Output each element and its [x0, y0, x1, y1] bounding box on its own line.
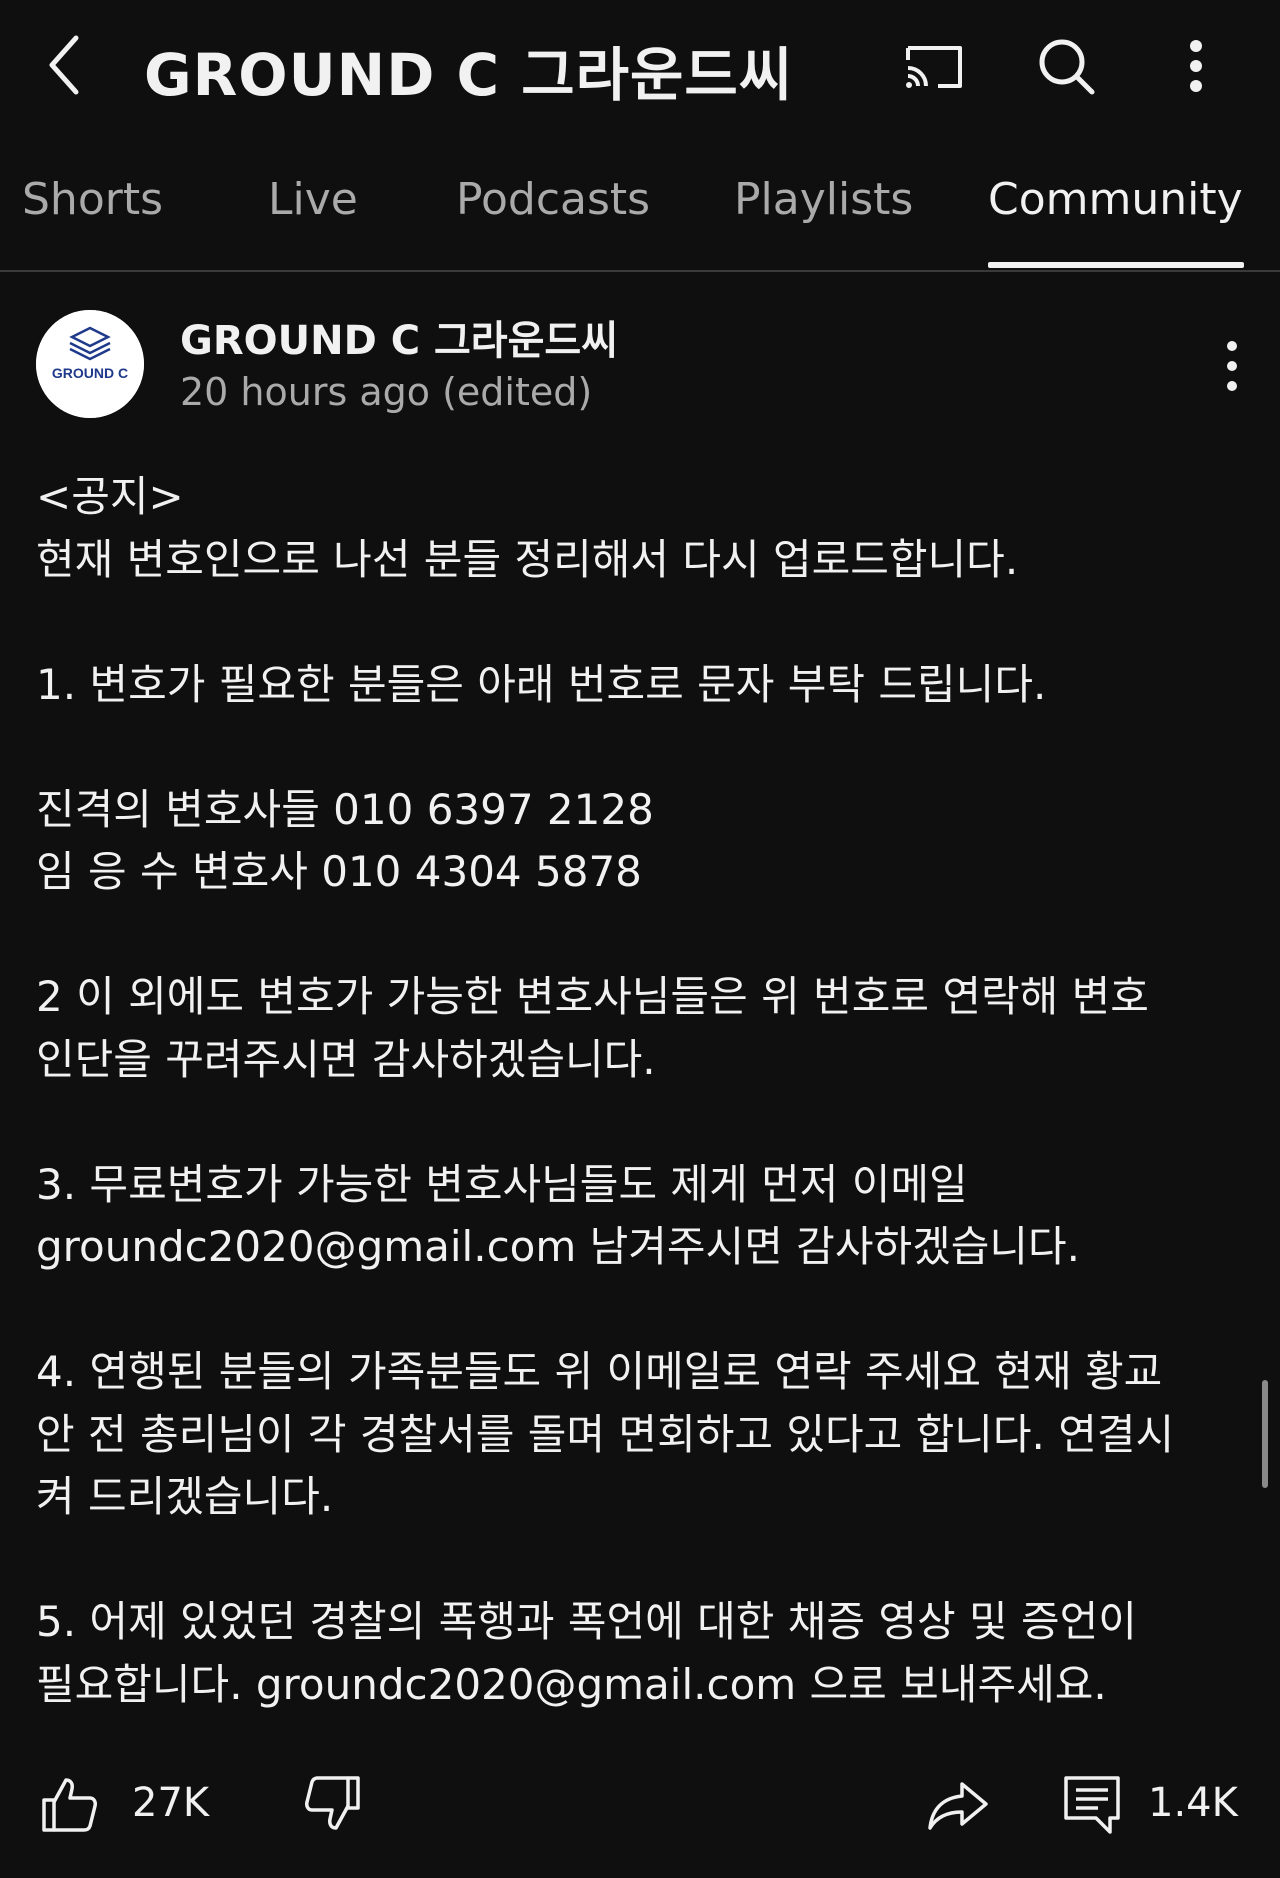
post-body-line: 인단을 꾸려주시면 감사하겠습니다. [36, 1034, 656, 1084]
share-icon[interactable] [926, 1772, 990, 1836]
back-arrow-icon[interactable] [40, 30, 100, 100]
post-body-line: 켜 드리겠습니다. [36, 1472, 334, 1521]
post-body-line: groundc2020@gmail.com 남겨주시면 감사하겠습니다. [36, 1222, 1081, 1271]
top-app-bar: GROUND C 그라운드씨 [0, 0, 1280, 130]
tab-podcasts[interactable]: Podcasts [456, 174, 650, 225]
post-body-line: 2 이 외에도 변호가 가능한 변호사님들은 위 번호로 연락해 변호 [36, 972, 1149, 1021]
channel-title: GROUND C 그라운드씨 [144, 41, 794, 109]
post-body-line: 안 전 총리님이 각 경찰서를 돌며 면회하고 있다고 합니다. 연결시 [36, 1409, 1175, 1459]
post-timestamp: 20 hours ago (edited) [180, 370, 593, 414]
active-tab-indicator [988, 262, 1244, 268]
post-header: GROUND C GROUND C 그라운드씨 20 hours ago (ed… [0, 300, 1280, 430]
post-body-spacer [36, 591, 1246, 654]
post-more-icon[interactable] [1212, 336, 1252, 396]
comment-icon[interactable] [1060, 1772, 1124, 1836]
post-body-line: 5. 어제 있었던 경찰의 폭행과 폭언에 대한 채증 영상 및 증언이 [36, 1597, 1137, 1646]
post-body-line: 현재 변호인으로 나선 분들 정리해서 다시 업로드합니다. [36, 534, 1019, 584]
post-body-line: 임 응 수 변호사 010 4304 5878 [36, 847, 642, 896]
channel-tabs: Shorts Live Podcasts Playlists Community [0, 150, 1280, 272]
post-body-line: 필요합니다. groundc2020@gmail.com 으로 보내주세요. [36, 1659, 1107, 1709]
like-count: 27K [132, 1780, 210, 1826]
avatar[interactable]: GROUND C [36, 310, 144, 418]
post-body-spacer [36, 1529, 1246, 1592]
dislike-icon[interactable] [300, 1772, 364, 1836]
post-body-line: 1. 변호가 필요한 분들은 아래 번호로 문자 부탁 드립니다. [36, 659, 1047, 709]
tab-community[interactable]: Community [988, 174, 1243, 225]
post-body-line: 3. 무료변호가 가능한 변호사님들도 제게 먼저 이메일 [36, 1159, 968, 1209]
post-body-line: 4. 연행된 분들의 가족분들도 위 이메일로 연락 주세요 현재 황교 [36, 1347, 1163, 1396]
tab-playlists[interactable]: Playlists [734, 174, 913, 225]
post-body-spacer [36, 1279, 1246, 1342]
more-vertical-icon[interactable] [1160, 30, 1232, 102]
like-icon[interactable] [38, 1772, 102, 1836]
post-channel-name[interactable]: GROUND C 그라운드씨 [180, 308, 618, 366]
post-body: <공지> 현재 변호인으로 나선 분들 정리해서 다시 업로드합니다. 1. 변호가… [36, 466, 1246, 1716]
post-action-bar: 27K 1.4K [0, 1760, 1280, 1850]
tab-shorts[interactable]: Shorts [22, 174, 163, 225]
post-body-spacer [36, 1091, 1246, 1154]
comment-count: 1.4K [1148, 1780, 1238, 1826]
post-body-spacer [36, 904, 1246, 967]
post-body-line: 진격의 변호사들 010 6397 2128 [36, 784, 654, 834]
tab-live[interactable]: Live [268, 174, 358, 225]
cast-icon[interactable] [898, 30, 970, 102]
avatar-logo-text: GROUND C [52, 365, 128, 381]
scrollbar-thumb[interactable] [1262, 1380, 1268, 1488]
post-body-line: <공지> [36, 472, 184, 521]
search-icon[interactable] [1030, 30, 1102, 102]
post-body-spacer [36, 716, 1246, 779]
